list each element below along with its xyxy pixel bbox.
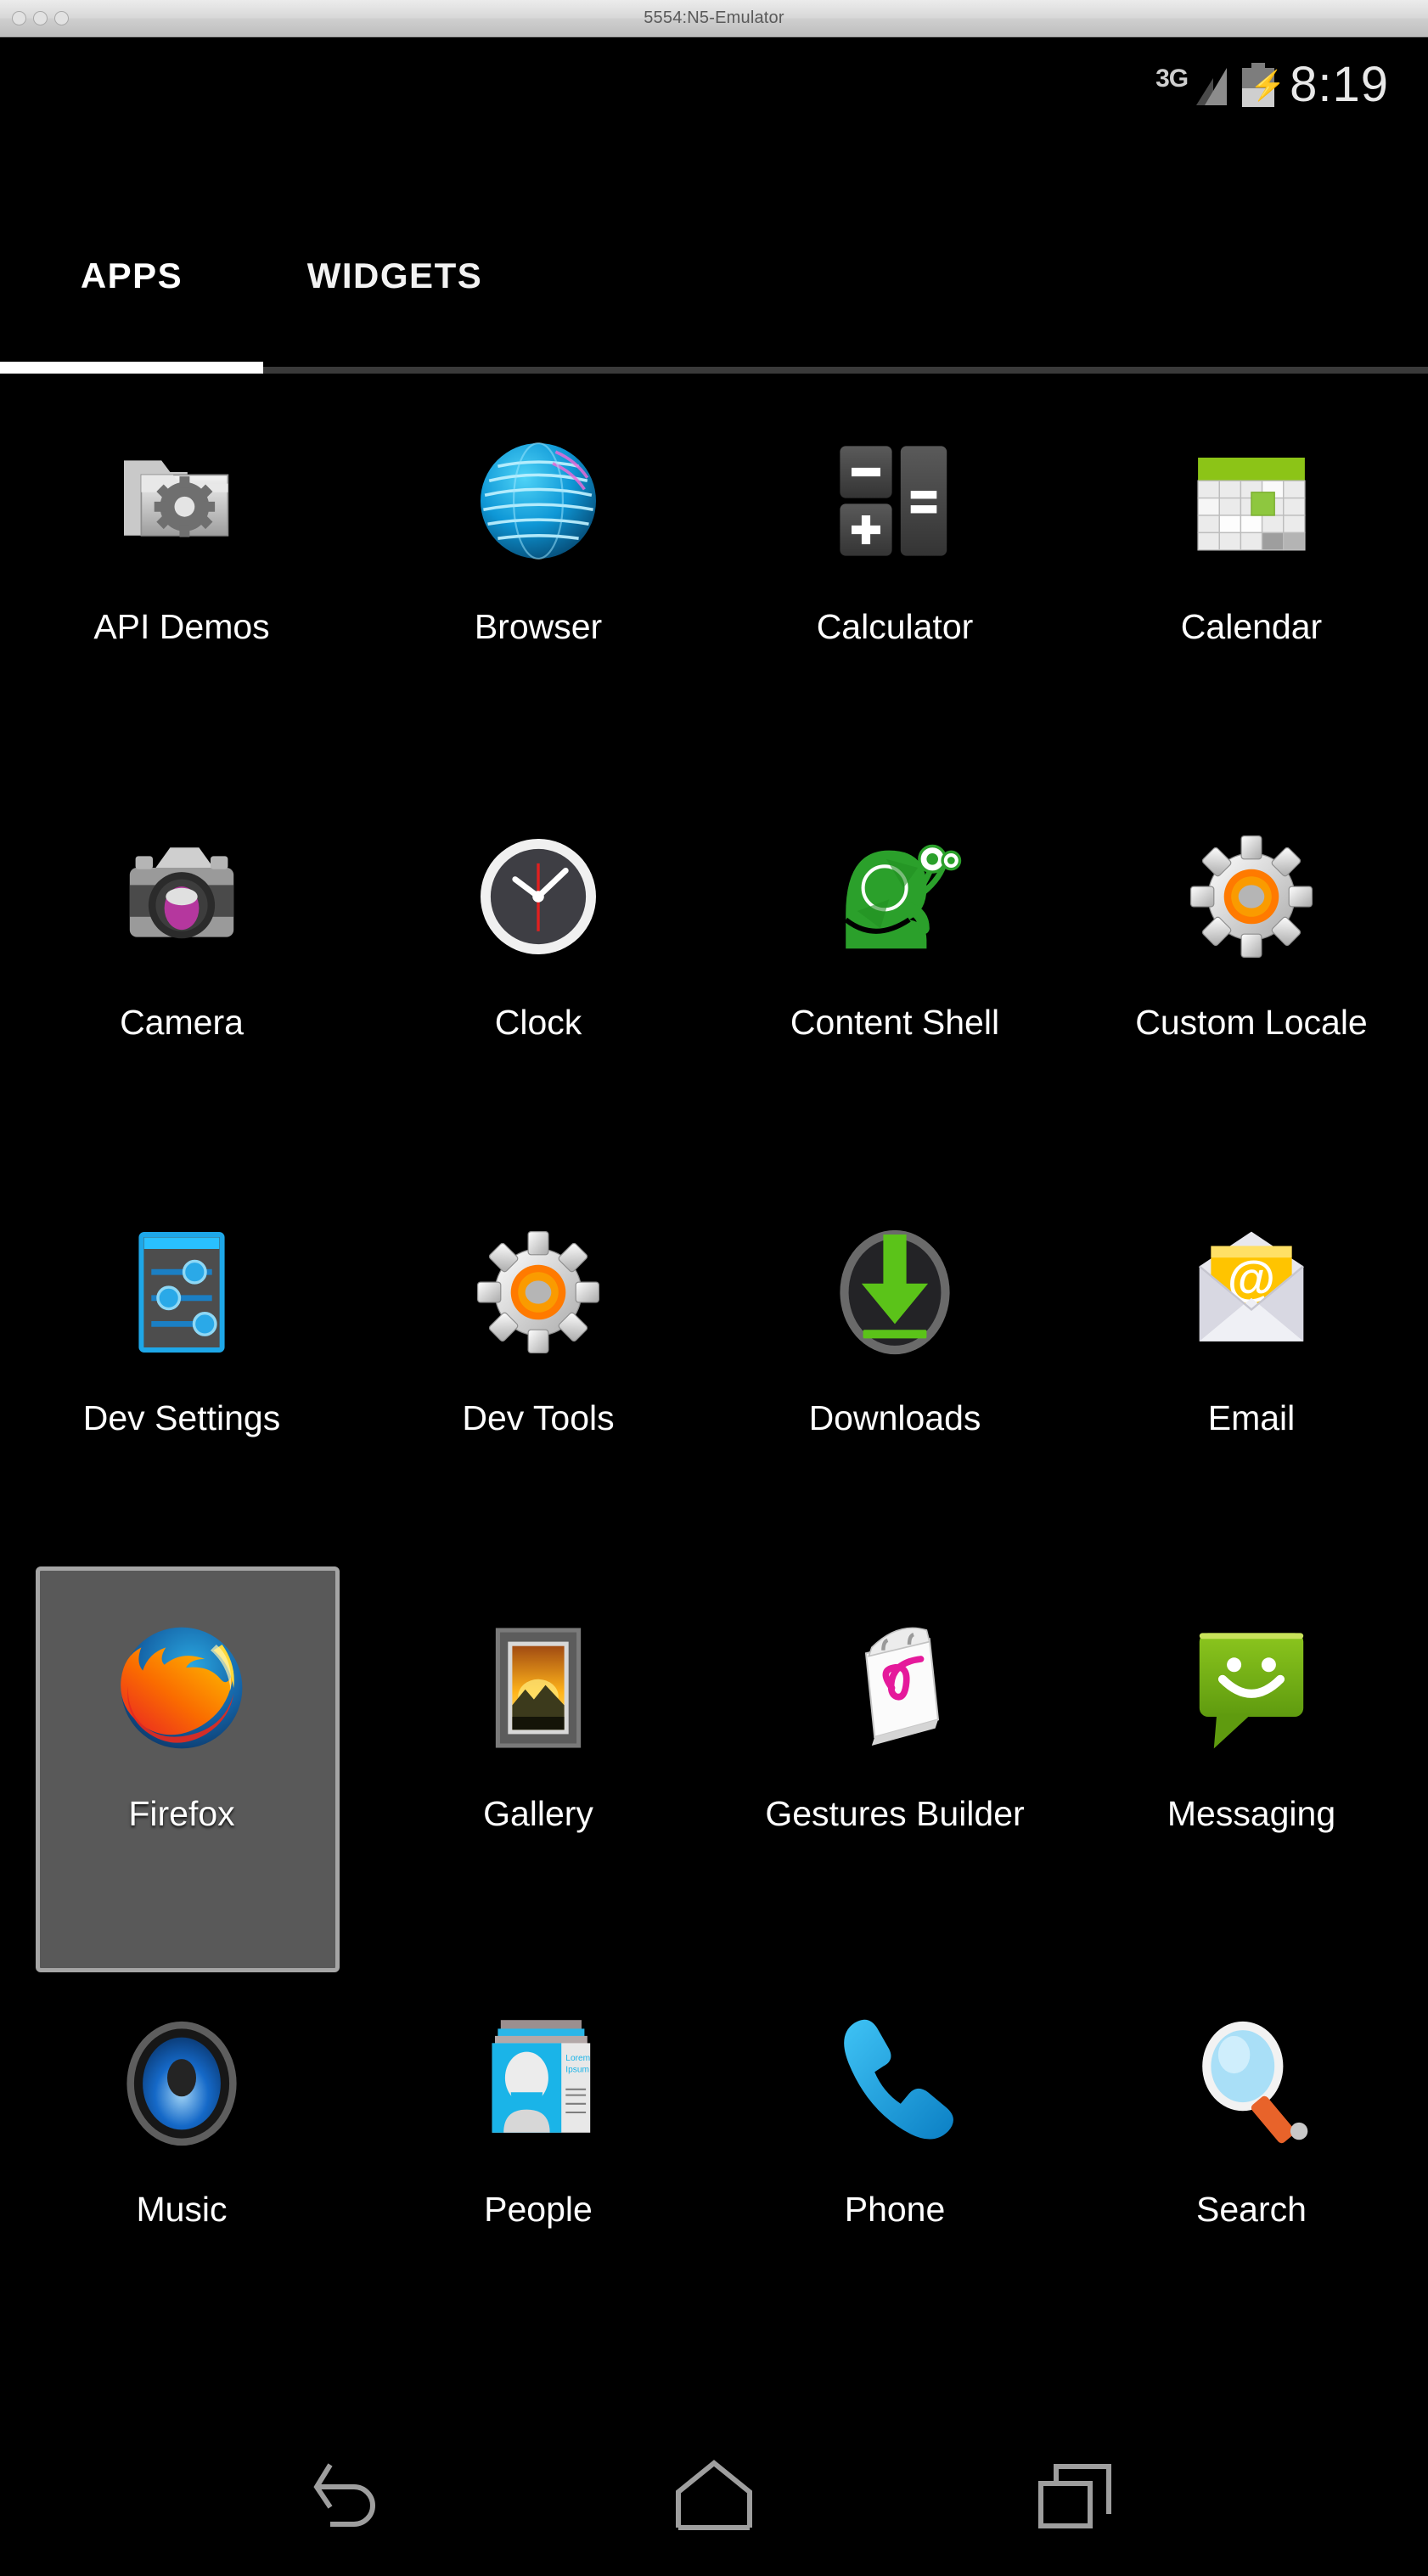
svg-text:Ipsum: Ipsum [565,2065,589,2074]
sliders-panel-icon [101,1212,262,1373]
app-item-camera[interactable]: Camera [3,790,360,1186]
app-item-phone[interactable]: Phone [717,1977,1073,2373]
app-item-custom-locale[interactable]: Custom Locale [1073,790,1428,1186]
green-snail-icon [814,816,975,977]
drawer-tab-bar: APPS WIDGETS [0,200,1428,374]
app-item-music[interactable]: Music [3,1977,360,2373]
calculator-keys-icon [814,420,975,582]
firefox-icon [101,1607,262,1769]
app-label: Dev Settings [82,1398,281,1437]
app-label: People [484,2190,593,2229]
app-label: API Demos [93,607,270,646]
app-label: Custom Locale [1135,1003,1368,1042]
nav-back-button[interactable] [275,2440,428,2551]
system-navigation-bar [0,2415,1428,2576]
app-item-people[interactable]: Lorem Ipsum People [360,1977,717,2373]
minimize-window-button[interactable] [33,11,48,25]
speaker-icon [101,2003,262,2164]
app-label: Clock [494,1003,582,1042]
app-item-clock[interactable]: Clock [360,790,717,1186]
tab-active-indicator [0,362,263,374]
app-item-gestures-builder[interactable]: Gestures Builder [717,1582,1073,1977]
tab-widgets[interactable]: WIDGETS [263,200,526,352]
camera-icon [101,816,262,977]
app-label: Gestures Builder [765,1794,1025,1833]
app-item-calendar[interactable]: Calendar [1073,395,1428,790]
back-arrow-icon [313,2463,375,2527]
zoom-window-button[interactable] [54,11,69,25]
app-label: Calculator [816,607,974,646]
home-icon [675,2460,752,2530]
window-controls[interactable] [12,11,69,25]
gear-orange-icon [1171,816,1332,977]
globe-icon [458,420,619,582]
app-label: Content Shell [790,1003,1000,1042]
app-label: Downloads [808,1398,981,1437]
app-label: Firefox [128,1794,235,1833]
recents-icon [1038,2464,1112,2528]
network-type-label: 3G [1155,65,1189,93]
nav-home-button[interactable] [638,2440,790,2551]
envelope-at-icon: @ [1171,1212,1332,1373]
notepad-gesture-icon [814,1607,975,1769]
app-item-email[interactable]: @ Email [1073,1186,1428,1582]
app-item-dev-tools[interactable]: Dev Tools [360,1186,717,1582]
signal-indicator: 3G [1155,65,1228,105]
svg-text:Lorem: Lorem [565,2054,590,2063]
contact-card-icon: Lorem Ipsum [458,2003,619,2164]
app-label: Search [1196,2190,1307,2229]
tab-apps[interactable]: APPS [0,200,263,352]
close-window-button[interactable] [12,11,26,25]
speech-bubble-smiley-icon [1171,1607,1332,1769]
calendar-grid-icon [1171,420,1332,582]
app-label: Phone [844,2190,946,2229]
signal-bars-icon [1189,65,1228,105]
folder-gear-icon [101,420,262,582]
app-label: Messaging [1167,1794,1336,1833]
photo-frame-icon [458,1607,619,1769]
app-label: Music [136,2190,228,2229]
app-label: Camera [120,1003,244,1042]
status-bar-clock: 8:19 [1290,57,1389,112]
app-item-api-demos[interactable]: API Demos [3,395,360,790]
app-label: Browser [474,607,603,646]
battery-charging-icon: ⚡ [1242,63,1285,107]
app-item-messaging[interactable]: Messaging [1073,1582,1428,1977]
window-title: 5554:N5-Emulator [644,8,784,27]
status-bar: 3G ⚡ 8:19 [0,38,1428,132]
app-label: Email [1207,1398,1296,1437]
device-screen: 3G ⚡ 8:19 APPS WIDGETS API Demos Browser… [0,38,1428,2576]
app-grid: API Demos Browser Calculator Calendar Ca… [0,395,1428,2373]
app-label: Calendar [1180,607,1323,646]
app-item-dev-settings[interactable]: Dev Settings [3,1186,360,1582]
gear-orange-icon [458,1212,619,1373]
app-item-browser[interactable]: Browser [360,395,717,790]
app-item-content-shell[interactable]: Content Shell [717,790,1073,1186]
app-item-gallery[interactable]: Gallery [360,1582,717,1977]
app-label: Gallery [483,1794,593,1833]
app-label: Dev Tools [462,1398,615,1437]
magnifier-icon [1171,2003,1332,2164]
app-item-search[interactable]: Search [1073,1977,1428,2373]
nav-recents-button[interactable] [1000,2440,1153,2551]
analog-clock-icon [458,816,619,977]
emulator-window-titlebar: 5554:N5-Emulator [0,0,1428,37]
app-item-firefox[interactable]: Firefox [3,1566,360,1977]
app-item-downloads[interactable]: Downloads [717,1186,1073,1582]
app-item-calculator[interactable]: Calculator [717,395,1073,790]
download-arrow-icon [814,1212,975,1373]
phone-handset-icon [814,2003,975,2164]
